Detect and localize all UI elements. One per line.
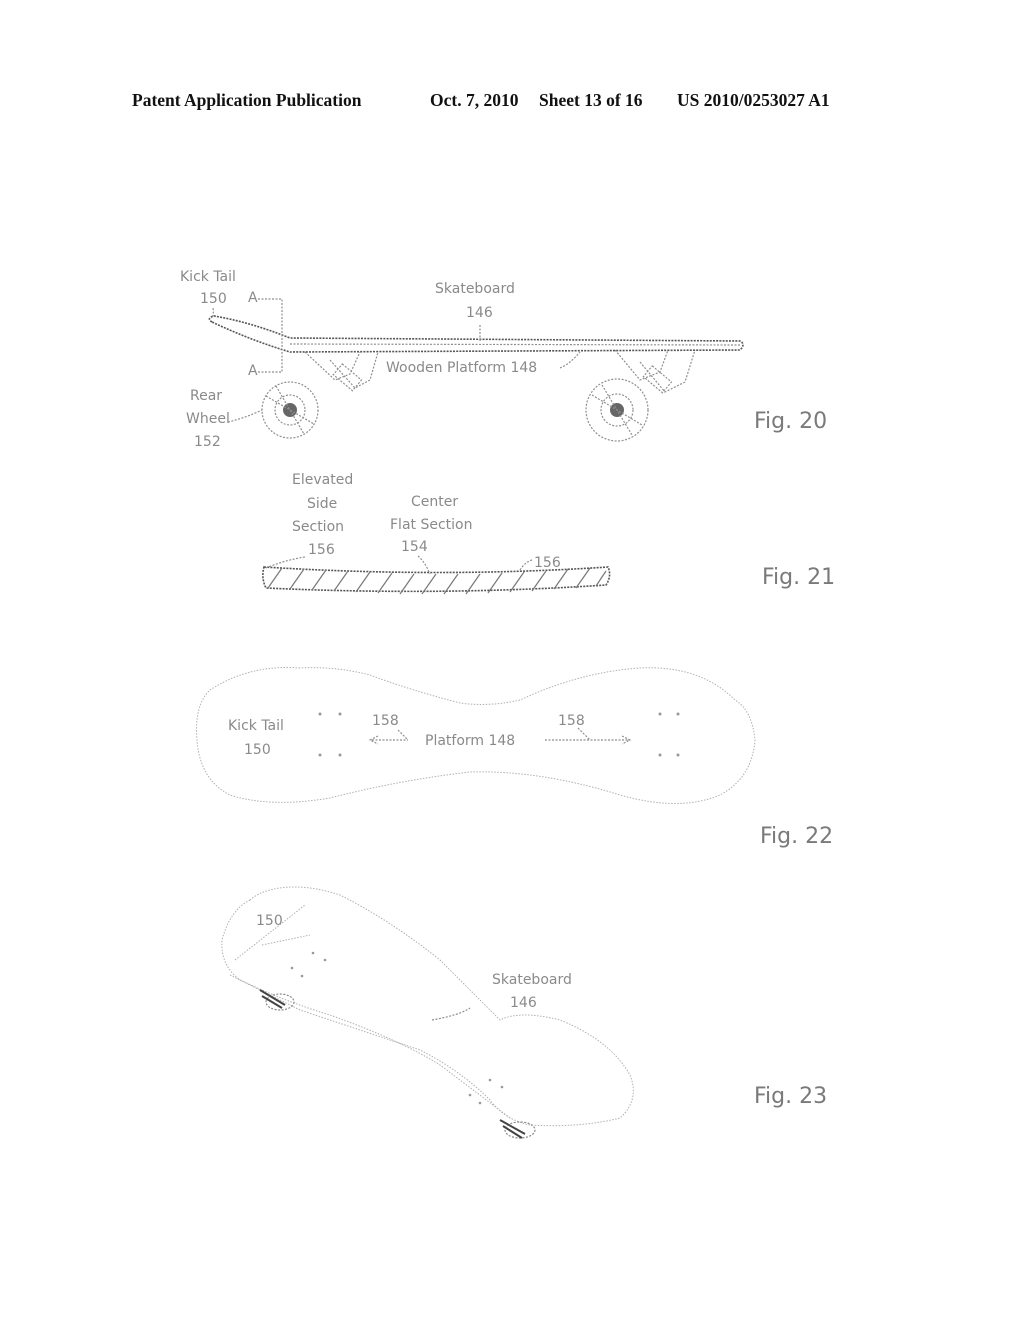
nose-truck-holes bbox=[468, 1078, 504, 1105]
skateboard-label: Skateboard bbox=[435, 281, 515, 297]
left-ref: 158 bbox=[372, 713, 399, 729]
right-arrow bbox=[545, 727, 632, 745]
figure-23: 150 Skateboard 146 Fig. 23 bbox=[221, 886, 827, 1139]
fig-22-caption: Fig. 22 bbox=[760, 824, 833, 849]
kick-tail-label: Kick Tail bbox=[180, 269, 236, 285]
right-truck-holes bbox=[658, 712, 680, 757]
skateboard-ref: 146 bbox=[510, 995, 537, 1011]
wooden-platform-label: Wooden Platform 148 bbox=[386, 360, 537, 376]
kick-tail-label: Kick Tail bbox=[228, 718, 284, 734]
front-wheel bbox=[499, 1119, 536, 1139]
rear-truck bbox=[304, 351, 379, 392]
skateboard-label: Skateboard bbox=[492, 972, 572, 988]
platform-label: Platform 148 bbox=[425, 733, 515, 749]
kick-tail-ref: 150 bbox=[200, 291, 227, 307]
elevated-label-1: Elevated bbox=[292, 472, 353, 488]
left-truck-holes bbox=[318, 712, 342, 757]
skateboard-leader bbox=[431, 1007, 471, 1021]
skateboard-ref: 146 bbox=[466, 305, 493, 321]
section-marker-top: A bbox=[248, 290, 258, 306]
figure-21: Elevated Side Section 156 Center Flat Se… bbox=[262, 472, 835, 595]
kick-tail-leader bbox=[211, 307, 214, 319]
fig-23-caption: Fig. 23 bbox=[754, 1084, 827, 1109]
right-ref: 156 bbox=[534, 555, 561, 571]
rear-wheel-label-2: Wheel bbox=[186, 411, 230, 427]
elevated-ref: 156 bbox=[308, 542, 335, 558]
center-label-1: Center bbox=[411, 494, 458, 510]
kick-tail-ref: 150 bbox=[244, 742, 271, 758]
elevated-leader bbox=[265, 556, 306, 569]
center-label-2: Flat Section bbox=[390, 517, 472, 533]
rear-wheel-ref: 152 bbox=[194, 434, 221, 450]
center-ref: 154 bbox=[401, 539, 428, 555]
patent-drawing-sheet: A A Kick Tail 150 Skateboard 146 Wooden … bbox=[180, 269, 835, 1139]
front-truck bbox=[614, 349, 696, 394]
elevated-label-3: Section bbox=[292, 519, 344, 535]
right-ref: 158 bbox=[558, 713, 585, 729]
right-leader bbox=[519, 559, 533, 571]
rear-wheel-label-1: Rear bbox=[190, 388, 222, 404]
fig-20-caption: Fig. 20 bbox=[754, 409, 827, 434]
section-marker-bottom: A bbox=[248, 363, 258, 379]
rear-wheel bbox=[259, 989, 295, 1011]
deck-inner-line bbox=[289, 343, 741, 346]
figure-20: A A Kick Tail 150 Skateboard 146 Wooden … bbox=[180, 269, 827, 450]
platform-leader bbox=[559, 351, 581, 369]
elevated-label-2: Side bbox=[307, 496, 337, 512]
figure-22: Kick Tail 150 158 Platform 148 158 Fig. … bbox=[196, 667, 833, 849]
tail-divider bbox=[261, 934, 311, 946]
rear-wheel bbox=[261, 381, 319, 439]
section-line-a bbox=[258, 298, 283, 373]
perspective-deck-outline bbox=[221, 886, 634, 1127]
fig-21-caption: Fig. 21 bbox=[762, 565, 835, 590]
tail-truck-holes bbox=[290, 951, 327, 978]
rear-wheel-leader bbox=[227, 409, 263, 423]
deck-outline bbox=[208, 315, 744, 353]
left-arrow bbox=[368, 729, 409, 745]
tail-ref: 150 bbox=[256, 913, 283, 929]
center-leader bbox=[417, 555, 431, 575]
front-wheel bbox=[585, 378, 649, 442]
